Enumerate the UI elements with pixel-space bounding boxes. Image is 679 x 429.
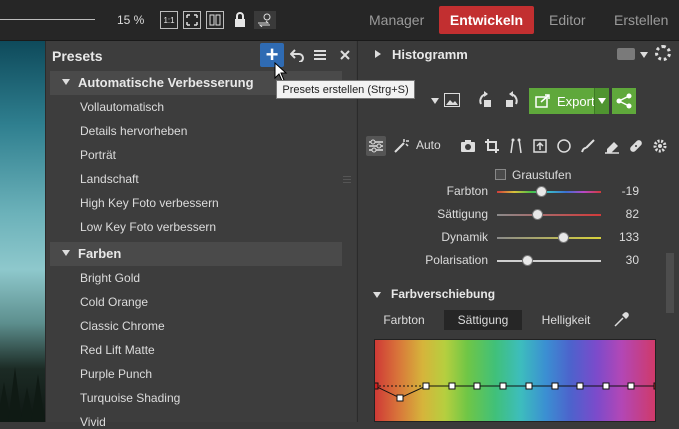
polarization-value: 30 [625, 253, 639, 267]
chevron-right-icon[interactable] [375, 50, 381, 58]
saturation-label: Sättigung [437, 207, 488, 221]
grayscale-checkbox[interactable] [495, 169, 506, 180]
preset-item[interactable]: Vollautomatisch [80, 100, 164, 114]
zoom-slider[interactable] [0, 19, 95, 20]
grayscale-label: Graustufen [512, 168, 572, 182]
cursor-icon [274, 62, 288, 82]
preset-item[interactable]: Porträt [80, 148, 116, 162]
tooltip: Presets erstellen (Strg+S) [276, 80, 415, 99]
preset-item[interactable]: Vivid [80, 415, 106, 429]
preset-item[interactable]: Details hervorheben [80, 124, 187, 138]
perspective-icon[interactable] [506, 136, 526, 156]
histogram-title[interactable]: Histogramm [392, 47, 468, 62]
eraser-icon[interactable] [602, 136, 622, 156]
preset-item[interactable]: Purple Punch [80, 367, 152, 381]
image-icon[interactable] [444, 93, 460, 107]
mode-develop[interactable]: Entwickeln [439, 6, 534, 34]
export-icon [535, 94, 550, 108]
adjustments-icon[interactable] [366, 136, 386, 156]
compare-icon[interactable] [206, 11, 224, 29]
close-icon[interactable] [335, 45, 355, 65]
preset-group-colors[interactable]: Farben [50, 242, 342, 266]
tab-saturation[interactable]: Sättigung [444, 310, 522, 330]
undo-icon[interactable] [287, 45, 307, 65]
presets-scrollbar[interactable] [343, 166, 351, 186]
hue-slider[interactable] [497, 191, 601, 193]
lock-icon[interactable] [231, 11, 249, 29]
auto-button[interactable]: Auto [416, 138, 441, 152]
vibrance-label: Dynamik [441, 230, 488, 244]
vibrance-value: 133 [618, 230, 639, 244]
mode-manager[interactable]: Manager [369, 12, 424, 28]
zoom-1to1-icon[interactable]: 1:1 [160, 11, 178, 29]
preset-item[interactable]: Bright Gold [80, 271, 140, 285]
mode-editor[interactable]: Editor [549, 12, 586, 28]
preset-item[interactable]: Classic Chrome [80, 319, 165, 333]
circle-filter-icon[interactable] [554, 136, 574, 156]
chevron-down-icon [62, 79, 70, 85]
zoom-value: 15 % [117, 13, 145, 27]
saturation-slider-knob[interactable] [531, 209, 543, 220]
saturation-value: 82 [625, 207, 639, 221]
hue-slider-knob[interactable] [535, 186, 547, 197]
export-label: Export [557, 93, 595, 109]
mode-create[interactable]: Erstellen [614, 12, 668, 28]
saturation-slider[interactable] [497, 214, 601, 216]
right-panel-scrollbar[interactable] [666, 253, 674, 313]
preset-item[interactable]: Landschaft [80, 172, 139, 186]
share-icon [616, 93, 632, 109]
chevron-down-icon[interactable] [640, 52, 648, 58]
preset-item[interactable]: Red Lift Matte [80, 343, 155, 357]
magic-wand-icon[interactable] [391, 136, 411, 156]
polarization-slider[interactable] [497, 260, 601, 262]
preset-item[interactable]: Cold Orange [80, 295, 148, 309]
tab-hue[interactable]: Farbton [376, 310, 432, 330]
chevron-down-icon [62, 250, 70, 256]
brush-icon[interactable] [578, 136, 598, 156]
straighten-icon[interactable] [530, 136, 550, 156]
hue-label: Farbton [446, 184, 488, 198]
crop-icon[interactable] [482, 136, 502, 156]
camera-icon[interactable] [458, 136, 478, 156]
rotate-left-icon[interactable] [476, 89, 498, 111]
chevron-down-icon[interactable] [373, 292, 381, 298]
fit-icon[interactable] [183, 11, 201, 29]
eyedropper-icon[interactable] [612, 311, 630, 329]
settings-icon[interactable] [650, 136, 670, 156]
menu-icon[interactable] [310, 45, 330, 65]
preset-item[interactable]: Turquoise Shading [80, 391, 180, 405]
top-bar: 15 % 1:1 Manager Entwickeln Editor Erste… [0, 0, 679, 41]
presets-header: Presets + [46, 41, 356, 69]
chevron-down-icon[interactable] [431, 98, 439, 104]
polarization-label: Polarisation [425, 253, 488, 267]
export-dropdown-button[interactable] [594, 88, 609, 114]
polarization-slider-knob[interactable] [522, 255, 534, 266]
tab-brightness[interactable]: Helligkeit [536, 310, 596, 330]
preset-item[interactable]: Low Key Foto verbessern [80, 220, 216, 234]
color-shift-title[interactable]: Farbverschiebung [391, 287, 495, 301]
color-spectrum[interactable] [374, 339, 656, 422]
bandage-icon[interactable] [626, 136, 646, 156]
share-button[interactable] [612, 88, 636, 114]
swap-icon[interactable] [254, 11, 276, 29]
photo-preview [0, 41, 45, 422]
vibrance-slider[interactable] [497, 237, 601, 239]
preset-item[interactable]: High Key Foto verbessern [80, 196, 219, 210]
hue-value: -19 [621, 184, 639, 198]
rotate-right-icon[interactable] [499, 89, 521, 111]
presets-title: Presets [52, 48, 103, 64]
gear-icon[interactable] [655, 45, 671, 61]
histogram-mode-icon[interactable] [617, 48, 635, 60]
vibrance-slider-knob[interactable] [557, 232, 569, 243]
